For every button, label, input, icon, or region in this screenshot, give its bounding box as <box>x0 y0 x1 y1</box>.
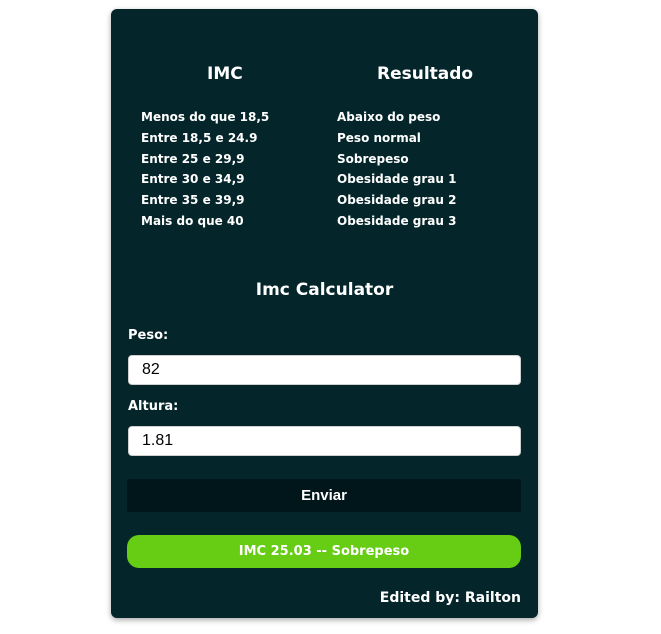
table-cell-imc: Menos do que 18,5 <box>141 110 270 124</box>
table-cell-resultado: Abaixo do peso <box>337 110 441 124</box>
table-header-resultado: Resultado <box>377 64 474 84</box>
calculator-title: Imc Calculator <box>255 280 394 300</box>
table-header-imc: IMC <box>207 64 243 84</box>
table-cell-imc: Entre 25 e 29,9 <box>141 151 245 166</box>
table-cell-resultado: Sobrepeso <box>337 151 409 166</box>
peso-label: Peso: <box>128 328 169 343</box>
imc-card: IMC Resultado Menos do que 18,5 Entre 18… <box>111 9 538 618</box>
altura-input[interactable] <box>128 426 521 456</box>
table-cell-imc: Entre 18,5 e 24.9 <box>141 130 258 145</box>
imc-range-column: Menos do que 18,5 Entre 18,5 e 24.9 Entr… <box>141 107 269 232</box>
table-cell-resultado: Obesidade grau 1 <box>337 172 457 187</box>
table-cell-imc: Entre 30 e 34,9 <box>141 172 245 187</box>
footer-credit: Edited by: Railton <box>379 590 521 606</box>
table-cell-imc: Entre 35 e 39,9 <box>141 193 245 208</box>
table-cell-resultado: Peso normal <box>337 130 421 145</box>
imc-result-badge: IMC 25.03 -- Sobrepeso <box>127 535 521 568</box>
table-cell-resultado: Obesidade grau 3 <box>337 213 457 228</box>
table-cell-resultado: Obesidade grau 2 <box>337 193 457 208</box>
enviar-button[interactable]: Enviar <box>127 479 521 512</box>
peso-input[interactable] <box>128 355 521 385</box>
altura-label: Altura: <box>128 399 179 414</box>
resultado-column: Abaixo do peso Peso normal Sobrepeso Obe… <box>337 107 456 232</box>
table-cell-imc: Mais do que 40 <box>141 213 244 228</box>
